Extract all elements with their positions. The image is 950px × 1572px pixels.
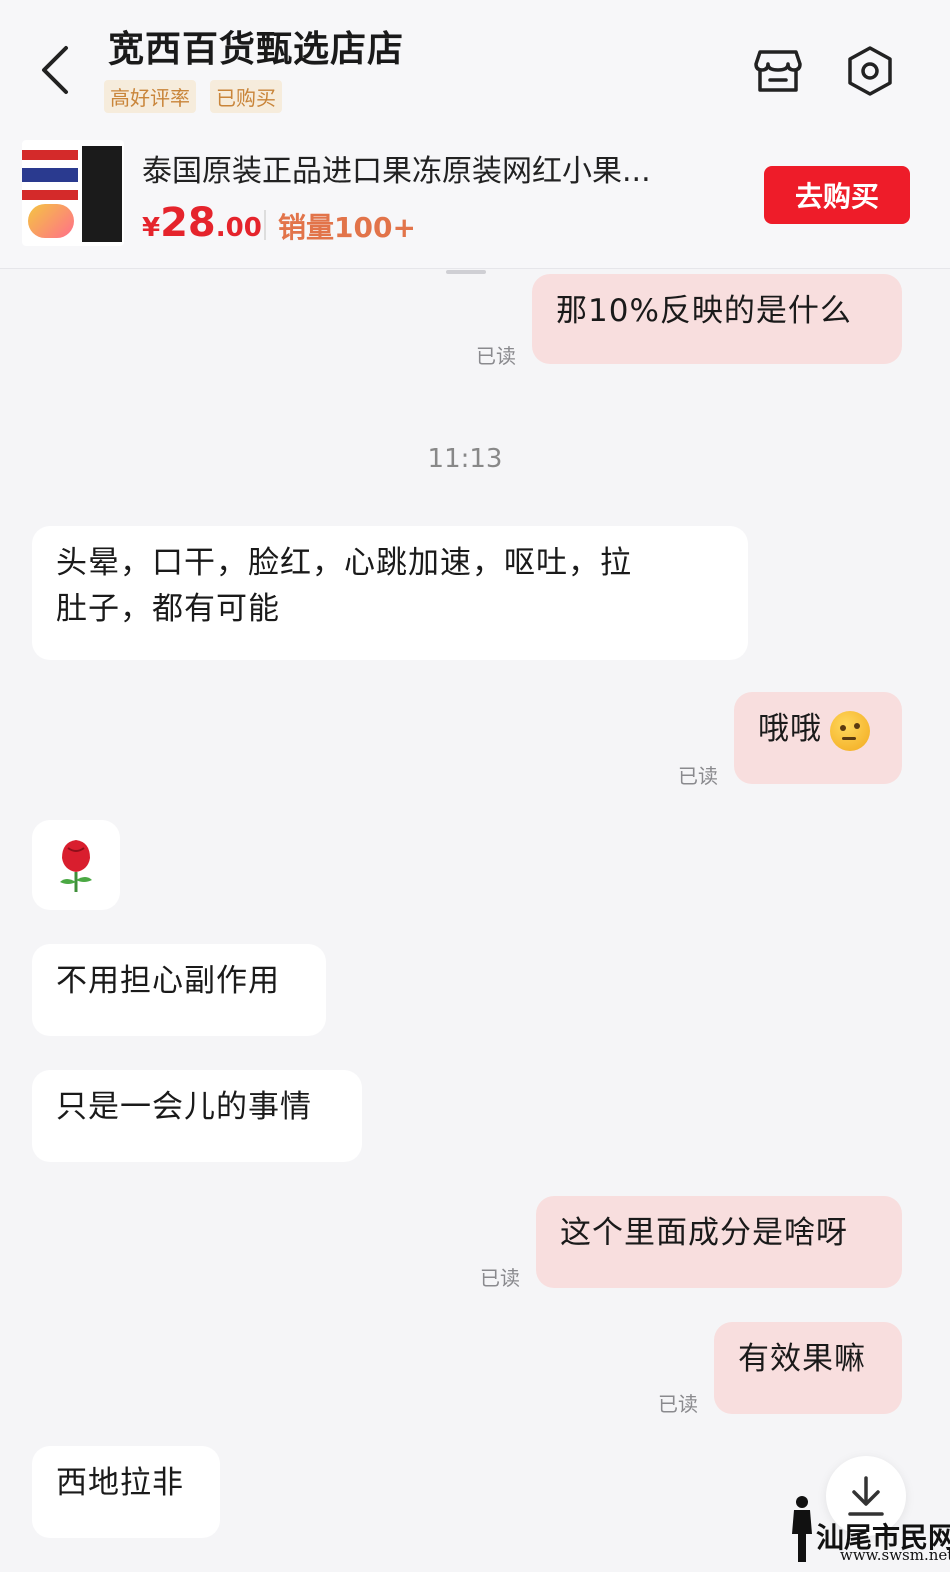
message-sticker-received[interactable] — [32, 820, 120, 910]
message-bubble-sent[interactable]: 哦哦 — [734, 692, 902, 784]
timestamp: 11:13 — [427, 444, 503, 474]
read-receipt: 已读 — [476, 344, 516, 368]
settings-hexagon-icon[interactable] — [844, 44, 896, 98]
site-watermark: 汕尾市民网 www.swsm.net — [786, 1494, 950, 1566]
message-bubble-received[interactable]: 西地拉非 — [32, 1446, 220, 1538]
message-bubble-sent[interactable]: 有效果嘛 — [714, 1322, 902, 1414]
pull-handle[interactable] — [446, 270, 486, 274]
message-bubble-sent[interactable]: 这个里面成分是啥呀 — [536, 1196, 902, 1288]
sales-count: 销量100+ — [278, 211, 416, 244]
message-bubble-received[interactable]: 只是一会儿的事情 — [32, 1070, 362, 1162]
shop-tags: 高好评率 已购买 — [104, 80, 282, 113]
product-title[interactable]: 泰国原装正品进口果冻原装网红小果... — [142, 146, 732, 190]
tag-purchased: 已购买 — [210, 80, 282, 113]
message-bubble-received[interactable]: 不用担心副作用 — [32, 944, 326, 1036]
read-receipt: 已读 — [678, 764, 718, 788]
message-bubble-received[interactable]: 头晕，口干，脸红，心跳加速，呕吐，拉 肚子，都有可能 — [32, 526, 748, 660]
message-bubble-sent[interactable]: 那10%反映的是什么 — [532, 274, 902, 364]
person-silhouette-icon — [792, 1496, 812, 1562]
watermark-url: www.swsm.net — [840, 1546, 950, 1564]
store-icon[interactable] — [752, 46, 804, 96]
product-thumbnail[interactable] — [22, 140, 124, 246]
buy-button[interactable]: 去购买 — [764, 166, 910, 224]
thinking-face-icon — [830, 710, 870, 751]
tag-high-rating: 高好评率 — [104, 80, 196, 113]
back-chevron-icon[interactable] — [36, 44, 76, 96]
chat-header: 宽西百货甄选店店 高好评率 已购买 — [0, 0, 950, 122]
rose-icon — [60, 840, 92, 892]
read-receipt: 已读 — [658, 1392, 698, 1416]
product-price: ¥28.00 — [142, 200, 262, 246]
read-receipt: 已读 — [480, 1266, 520, 1290]
price-divider — [264, 210, 266, 240]
shop-name[interactable]: 宽西百货甄选店店 — [108, 20, 404, 72]
